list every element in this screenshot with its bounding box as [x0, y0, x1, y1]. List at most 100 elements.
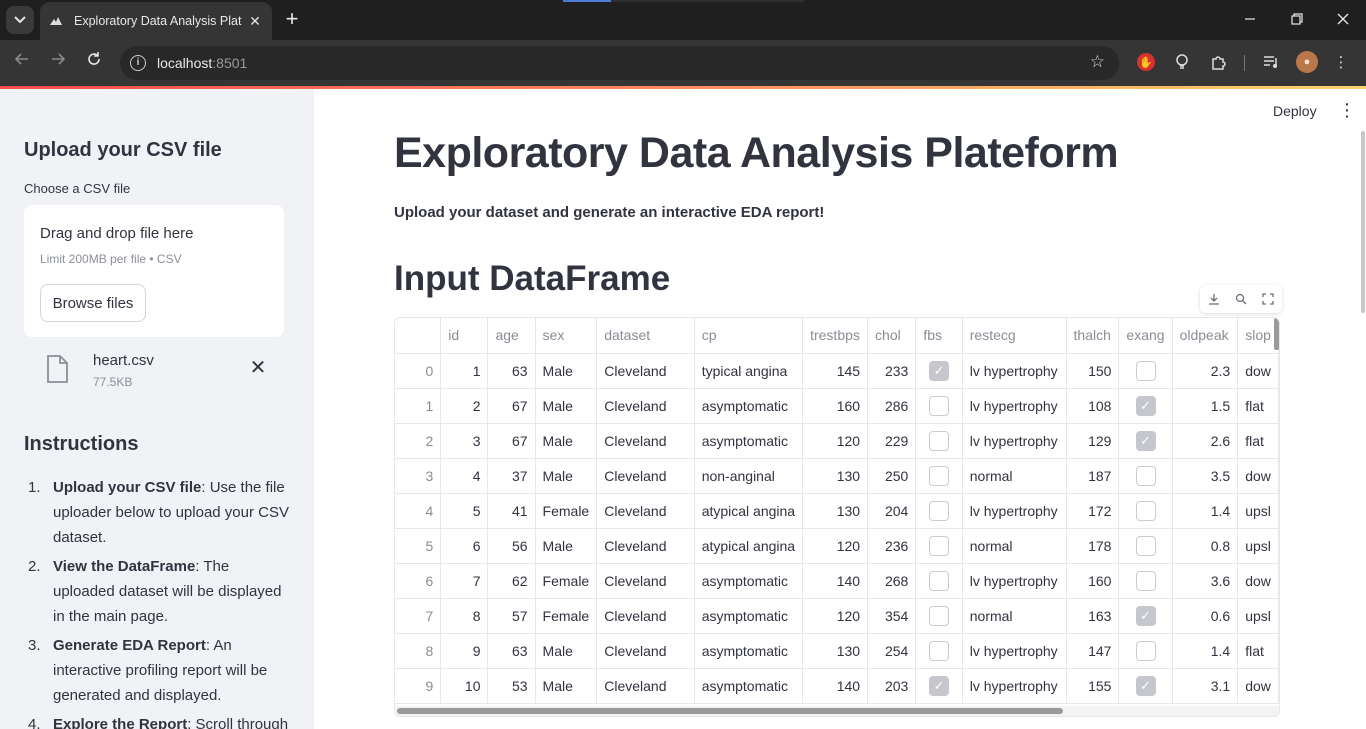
table-cell[interactable]: dow — [1237, 668, 1279, 704]
remove-file-icon[interactable]: ✕ — [248, 355, 268, 380]
column-header[interactable]: exang — [1118, 318, 1173, 354]
table-cell[interactable]: 178 — [1066, 528, 1120, 564]
table-cell[interactable]: Cleveland — [596, 563, 695, 599]
column-header[interactable]: oldpeak — [1172, 318, 1239, 354]
forward-button[interactable] — [46, 51, 70, 75]
table-cell[interactable]: 8 — [440, 598, 489, 634]
table-cell[interactable] — [1118, 458, 1173, 494]
table-cell[interactable]: Cleveland — [596, 528, 695, 564]
table-cell[interactable]: flat — [1237, 423, 1279, 459]
table-cell[interactable]: 203 — [867, 668, 917, 704]
row-index[interactable]: 4 — [395, 493, 442, 529]
table-cell[interactable]: dow — [1237, 353, 1279, 389]
tab-close-icon[interactable]: ✕ — [246, 13, 264, 30]
table-cell[interactable]: 10 — [440, 668, 489, 704]
browse-files-button[interactable]: Browse files — [40, 284, 146, 322]
column-header[interactable]: cp — [694, 318, 804, 354]
table-cell[interactable]: 56 — [487, 528, 536, 564]
download-icon[interactable] — [1208, 293, 1220, 305]
table-cell[interactable]: flat — [1237, 633, 1279, 669]
table-cell[interactable]: 5 — [440, 493, 489, 529]
column-header[interactable]: trestbps — [802, 318, 869, 354]
table-cell[interactable]: ✓ — [1118, 668, 1173, 704]
table-horizontal-scrollbar[interactable] — [395, 706, 1279, 716]
table-cell[interactable]: 286 — [867, 388, 917, 424]
profile-avatar[interactable]: ● — [1296, 51, 1318, 73]
table-cell[interactable]: 147 — [1066, 633, 1120, 669]
column-header[interactable]: chol — [867, 318, 917, 354]
table-cell[interactable]: 250 — [867, 458, 917, 494]
minimize-button[interactable] — [1238, 8, 1262, 32]
table-cell[interactable]: Cleveland — [596, 633, 695, 669]
table-vertical-scrollbar[interactable] — [1274, 318, 1279, 350]
reload-button[interactable] — [82, 51, 106, 75]
table-cell[interactable]: 0.6 — [1172, 598, 1239, 634]
table-cell[interactable]: ✓ — [915, 668, 963, 704]
row-index[interactable]: 5 — [395, 528, 442, 564]
table-cell[interactable]: lv hypertrophy — [962, 563, 1067, 599]
table-cell[interactable]: lv hypertrophy — [962, 353, 1067, 389]
table-cell[interactable]: 1.4 — [1172, 493, 1239, 529]
back-button[interactable] — [10, 51, 34, 75]
table-cell[interactable]: 204 — [867, 493, 917, 529]
table-cell[interactable]: Cleveland — [596, 353, 695, 389]
page-scrollbar[interactable] — [1361, 131, 1365, 313]
bookmark-star-icon[interactable]: ☆ — [1090, 52, 1105, 72]
table-cell[interactable]: asymptomatic — [694, 598, 804, 634]
column-header[interactable]: sex — [535, 318, 598, 354]
table-cell[interactable] — [915, 388, 963, 424]
row-index[interactable]: 0 — [395, 353, 442, 389]
table-cell[interactable]: 129 — [1066, 423, 1120, 459]
table-row[interactable]: 6 7 62 Female Cleveland asymptomatic 140 268 lv … — [395, 563, 1279, 599]
tab-search-button[interactable] — [6, 6, 34, 34]
table-row[interactable]: 9 10 53 Male Cleveland asymptomatic 140 203 ✓ lv … — [395, 668, 1279, 704]
table-cell[interactable] — [915, 598, 963, 634]
table-cell[interactable]: 57 — [487, 598, 536, 634]
table-cell[interactable]: 120 — [802, 423, 869, 459]
fullscreen-icon[interactable] — [1262, 293, 1274, 305]
table-cell[interactable]: 3.1 — [1172, 668, 1239, 704]
table-cell[interactable]: 163 — [1066, 598, 1120, 634]
table-cell[interactable]: upsl — [1237, 598, 1279, 634]
table-cell[interactable]: 155 — [1066, 668, 1120, 704]
table-cell[interactable]: 67 — [487, 423, 536, 459]
table-cell[interactable]: 130 — [802, 633, 869, 669]
column-header[interactable]: age — [487, 318, 536, 354]
table-cell[interactable]: Cleveland — [596, 458, 695, 494]
table-cell[interactable]: normal — [962, 598, 1067, 634]
table-row[interactable]: 8 9 63 Male Cleveland asymptomatic 130 254 lv hy… — [395, 633, 1279, 669]
table-cell[interactable]: 140 — [802, 563, 869, 599]
table-cell[interactable]: 130 — [802, 458, 869, 494]
table-cell[interactable]: 1.4 — [1172, 633, 1239, 669]
browser-tab[interactable]: Exploratory Data Analysis Platef ✕ — [40, 2, 272, 40]
table-cell[interactable]: atypical angina — [694, 493, 804, 529]
table-cell[interactable]: Cleveland — [596, 423, 695, 459]
table-cell[interactable]: ✓ — [1118, 388, 1173, 424]
table-row[interactable]: 0 1 63 Male Cleveland typical angina 145 233 ✓ lv… — [395, 353, 1279, 389]
extension-bulb-icon[interactable] — [1171, 51, 1193, 73]
table-cell[interactable] — [1118, 353, 1173, 389]
table-cell[interactable]: ✓ — [1118, 598, 1173, 634]
table-cell[interactable]: lv hypertrophy — [962, 388, 1067, 424]
table-cell[interactable] — [1118, 633, 1173, 669]
table-cell[interactable]: Cleveland — [596, 388, 695, 424]
table-cell[interactable]: 9 — [440, 633, 489, 669]
table-row[interactable]: 4 5 41 Female Cleveland atypical angina 130 204… — [395, 493, 1279, 529]
table-cell[interactable]: 150 — [1066, 353, 1120, 389]
row-index[interactable]: 8 — [395, 633, 442, 669]
table-row[interactable]: 1 2 67 Male Cleveland asymptomatic 160 286 lv hy… — [395, 388, 1279, 424]
dataframe[interactable]: id age sex dataset cp trestbps chol fbs restecg t… — [394, 317, 1280, 717]
table-cell[interactable]: 233 — [867, 353, 917, 389]
table-cell[interactable]: ✓ — [1118, 423, 1173, 459]
table-cell[interactable]: lv hypertrophy — [962, 633, 1067, 669]
table-cell[interactable]: 6 — [440, 528, 489, 564]
table-cell[interactable]: 1.5 — [1172, 388, 1239, 424]
table-cell[interactable]: atypical angina — [694, 528, 804, 564]
table-cell[interactable]: Male — [535, 353, 598, 389]
address-bar[interactable]: i localhost:8501 ☆ — [120, 46, 1119, 80]
new-tab-button[interactable]: + — [282, 6, 302, 34]
extension-stop-icon[interactable]: ✋ — [1137, 53, 1155, 71]
table-cell[interactable]: 187 — [1066, 458, 1120, 494]
table-cell[interactable]: 108 — [1066, 388, 1120, 424]
row-index[interactable]: 7 — [395, 598, 442, 634]
